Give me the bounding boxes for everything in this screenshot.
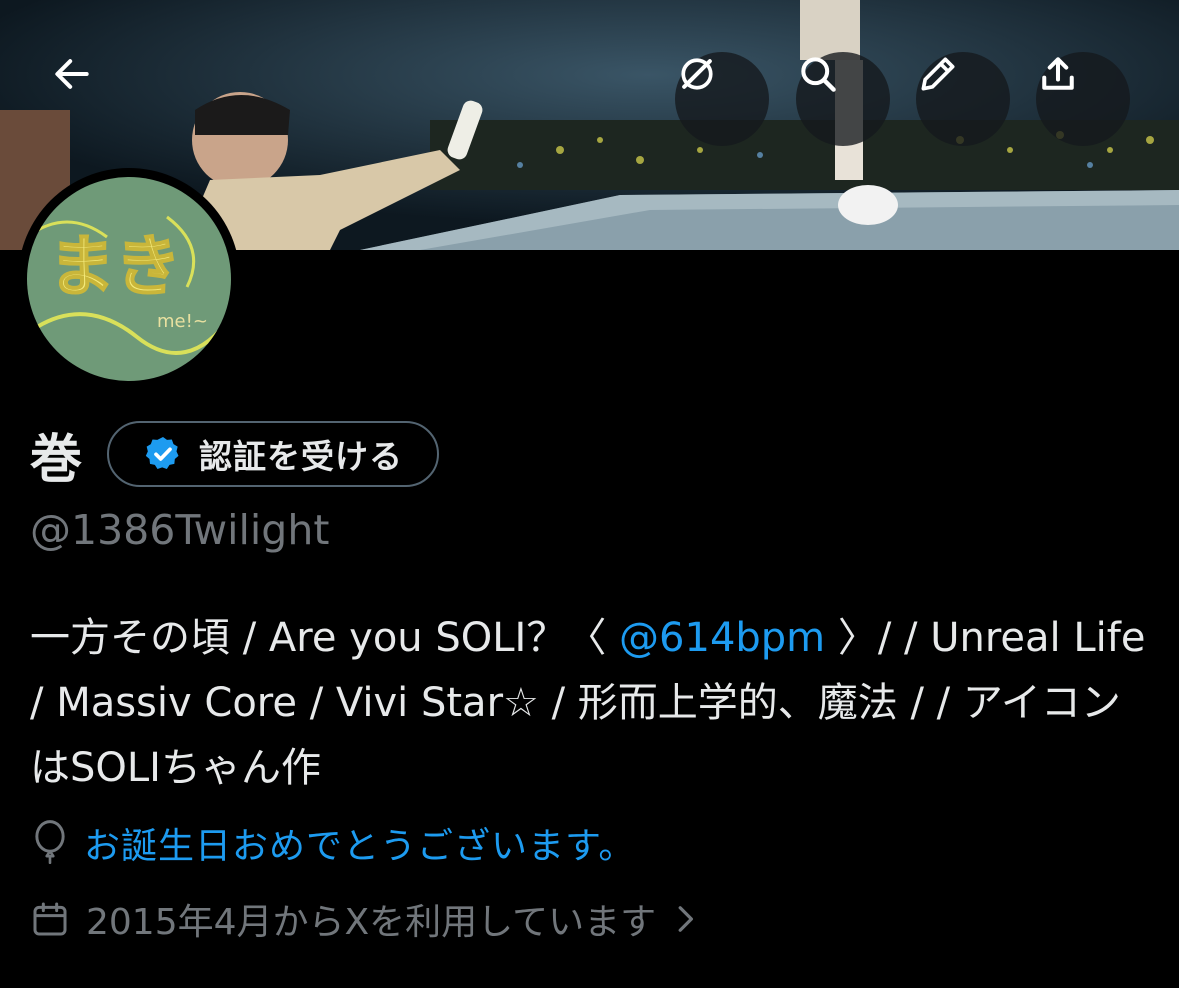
share-button[interactable] xyxy=(1036,52,1130,146)
joined-text: 2015年4月からXを利用しています xyxy=(86,902,657,943)
edit-pencil-icon xyxy=(921,57,955,91)
verified-badge-icon xyxy=(145,437,179,469)
bio-mention-link[interactable]: @614bpm xyxy=(619,615,825,661)
grok-button[interactable] xyxy=(675,52,769,146)
balloon-icon xyxy=(35,820,65,865)
edit-button[interactable] xyxy=(916,52,1010,146)
joined-row[interactable]: 2015年4月からXを利用しています xyxy=(30,890,696,948)
bio-text-1: 一方その頃 / Are you SOLI？〈 xyxy=(30,615,620,661)
profile-handle: @1386Twilight xyxy=(30,506,330,554)
search-icon xyxy=(801,57,836,92)
grok-icon xyxy=(681,58,713,90)
arrow-left-icon xyxy=(55,59,89,89)
display-name: 巻 xyxy=(30,429,84,490)
get-verified-label: 認証を受ける xyxy=(199,437,404,476)
back-button[interactable] xyxy=(50,52,144,146)
search-button[interactable] xyxy=(796,52,890,146)
share-icon xyxy=(1042,57,1074,90)
avatar-main-text: まき xyxy=(49,228,181,305)
chevron-right-icon xyxy=(678,906,694,932)
get-verified-button[interactable]: 認証を受ける xyxy=(107,421,440,487)
profile-name-row: 巻 認証を受ける xyxy=(30,418,440,490)
profile-bio: 一方その頃 / Are you SOLI？〈 @614bpm 〉/ / Unre… xyxy=(30,606,1150,801)
birthday-text[interactable]: お誕生日おめでとうございます。 xyxy=(84,817,635,869)
avatar-image: まき me!~ xyxy=(27,177,231,381)
avatar-small-text: me!~ xyxy=(157,311,208,332)
calendar-icon xyxy=(33,902,67,936)
avatar[interactable]: まき me!~ xyxy=(18,168,240,390)
birthday-row: お誕生日おめでとうございます。 xyxy=(30,814,635,872)
